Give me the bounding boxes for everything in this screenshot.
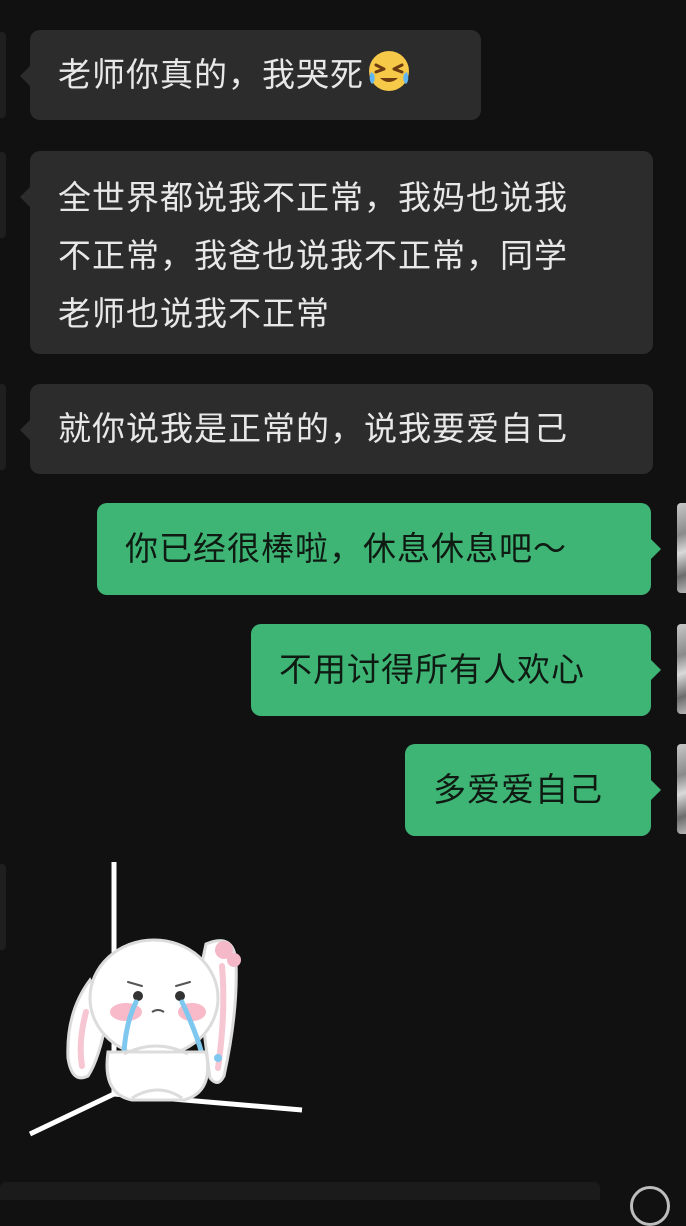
received-message-bubble[interactable]: 就你说我是正常的，说我要爱自己 <box>20 384 653 474</box>
contact-avatar[interactable] <box>0 32 6 118</box>
message-text: 就你说我是正常的，说我要爱自己 <box>58 409 568 448</box>
message-line: 不正常，我爸也说我不正常，同学 <box>58 236 568 275</box>
message-text: 老师你真的，我哭死 <box>58 55 364 94</box>
chat-history[interactable]: 老师你真的，我哭死 全世界都说我不正常，我妈也说我 不正常，我爸也说我不正常，同… <box>0 0 686 1200</box>
sent-message-bubble[interactable]: 你已经很棒啦，休息休息吧～ <box>97 503 661 595</box>
my-avatar[interactable] <box>677 744 686 834</box>
message-line: 全世界都说我不正常，我妈也说我 <box>58 178 568 217</box>
emoji-button-icon[interactable] <box>630 1186 670 1226</box>
crying-bunny-sticker[interactable] <box>28 862 308 1140</box>
received-message-bubble[interactable]: 全世界都说我不正常，我妈也说我 不正常，我爸也说我不正常，同学 老师也说我不正常 <box>20 151 653 354</box>
my-avatar[interactable] <box>677 503 686 593</box>
my-avatar[interactable] <box>677 624 686 714</box>
contact-avatar[interactable] <box>0 864 6 950</box>
contact-avatar[interactable] <box>0 152 6 238</box>
received-message-bubble[interactable]: 老师你真的，我哭死 <box>20 30 481 120</box>
message-input[interactable] <box>0 1182 600 1200</box>
message-text: 不用讨得所有人欢心 <box>279 650 585 689</box>
message-line: 老师也说我不正常 <box>58 294 330 333</box>
message-text: 你已经很棒啦，休息休息吧～ <box>125 529 567 568</box>
message-text: 多爱爱自己 <box>433 770 603 809</box>
contact-avatar[interactable] <box>0 384 6 470</box>
sent-message-bubble[interactable]: 不用讨得所有人欢心 <box>251 624 661 716</box>
sent-message-bubble[interactable]: 多爱爱自己 <box>405 744 661 836</box>
crying-laughing-face-icon <box>369 51 409 91</box>
